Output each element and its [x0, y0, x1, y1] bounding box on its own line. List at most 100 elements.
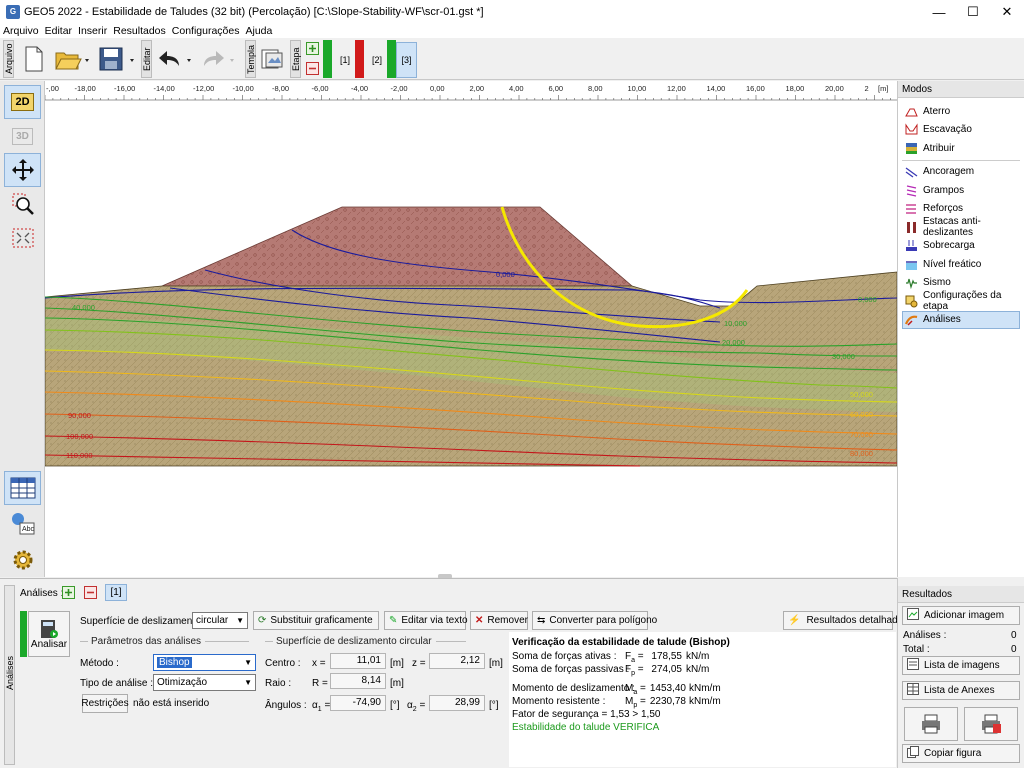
modes-panel: Modos Aterro Escavação Atribuir Ancorage…	[897, 81, 1024, 577]
menu-configuracoes[interactable]: Configurações	[169, 24, 243, 38]
restrictions-button[interactable]: Restrições	[81, 694, 129, 713]
surface-select[interactable]: circular ▼	[192, 612, 248, 629]
toolbar: Arquivo Editar Templa Etapa [1] [2] [3]	[0, 38, 1024, 80]
replace-graphically-button[interactable]: ⟳ Substituir graficamente	[253, 611, 379, 630]
remove-analysis-icon[interactable]	[83, 585, 98, 600]
mode-ancoragem[interactable]: Ancoragem	[898, 163, 1024, 182]
analises-side-tab[interactable]: Análises	[4, 585, 15, 765]
print-button[interactable]	[904, 707, 958, 741]
mode-sismo[interactable]: Sismo	[898, 274, 1024, 293]
svg-text:80,000: 80,000	[850, 449, 873, 458]
convert-polygon-button[interactable]: ⇆ Converter para polígono	[532, 611, 657, 630]
redo-icon[interactable]	[198, 42, 238, 76]
add-stage-icon[interactable]	[305, 41, 319, 55]
menu-resultados[interactable]: Resultados	[110, 24, 169, 38]
menu-inserir[interactable]: Inserir	[75, 24, 110, 38]
legend-button[interactable]: Abc	[4, 507, 41, 541]
analyze-button[interactable]: Analisar	[28, 611, 70, 657]
view-2d-button[interactable]: 2D	[4, 85, 41, 119]
add-image-button[interactable]: Adicionar imagem	[902, 606, 1020, 625]
cross-section-drawing[interactable]: -,00 -18,00 -16,00 -14,00 -12,00 -10,00 -8,00 -…	[44, 81, 898, 577]
view-3d-button[interactable]: 3D	[4, 119, 41, 153]
stage-3-button[interactable]: [3]	[396, 42, 417, 78]
print-preview-button[interactable]	[964, 707, 1018, 741]
svg-text:Abc: Abc	[22, 526, 35, 533]
detailed-results-button[interactable]: ⚡ Resultados detalhados	[783, 611, 908, 630]
view-3d-icon: 3D	[12, 127, 33, 145]
method-select[interactable]: Bishop ▼	[153, 654, 256, 671]
ruler-label: 2,00	[470, 84, 485, 93]
sliding-moment-value: 1453,40	[649, 683, 686, 694]
open-file-icon[interactable]	[52, 42, 92, 76]
analyze-status-bar	[20, 611, 27, 657]
stage-settings-icon	[905, 295, 918, 308]
analyses-count-value: 0	[1011, 630, 1017, 641]
maximize-button[interactable]: ☐	[956, 0, 990, 24]
minimize-button[interactable]: —	[922, 0, 956, 24]
analyses-count-label: Análises :	[903, 630, 947, 641]
mode-configuracoes-etapa[interactable]: Configurações da etapa	[898, 290, 1024, 312]
active-forces-unit: kN/m	[686, 651, 710, 662]
embankment-body[interactable]	[161, 206, 634, 287]
mode-estacas[interactable]: Estacas anti-deslizantes	[898, 216, 1024, 238]
center-z-input[interactable]: 2,12	[429, 653, 485, 669]
assign-icon	[905, 142, 918, 155]
drawing-canvas[interactable]: -,00 -18,00 -16,00 -14,00 -12,00 -10,00 -8,00 -…	[44, 81, 898, 579]
mode-atribuir[interactable]: Atribuir	[898, 139, 1024, 158]
new-file-icon[interactable]	[20, 42, 48, 76]
mode-sobrecarga[interactable]: Sobrecarga	[898, 237, 1024, 256]
image-list-button[interactable]: Lista de imagens	[902, 656, 1020, 675]
stage-3-color	[387, 40, 396, 78]
menu-editar[interactable]: Editar	[42, 24, 75, 38]
alpha1-input[interactable]: -74,90	[330, 695, 386, 711]
results-title: Verificação da estabilidade de talude (B…	[512, 637, 730, 648]
menu-ajuda[interactable]: Ajuda	[242, 24, 275, 38]
mode-analises[interactable]: Análises	[902, 310, 1020, 329]
mode-reforcos[interactable]: Reforços	[898, 200, 1024, 219]
delete-icon: ✕	[475, 615, 484, 626]
remove-stage-icon[interactable]	[305, 61, 319, 75]
center-x-input[interactable]: 11,01	[330, 653, 386, 669]
table-view-button[interactable]	[4, 471, 41, 505]
save-file-icon[interactable]	[96, 42, 138, 76]
edit-text-button[interactable]: ✎ Editar via texto	[384, 611, 468, 630]
pan-button[interactable]	[4, 153, 41, 187]
remove-button[interactable]: ✕ Remover	[470, 611, 528, 630]
resisting-moment-symbol: Mp =	[625, 696, 646, 709]
radius-input[interactable]: 8,14	[330, 673, 386, 689]
templa-tab[interactable]: Templa	[245, 40, 256, 78]
mode-aterro[interactable]: Aterro	[898, 102, 1024, 121]
total-count-label: Total :	[903, 644, 930, 655]
ruler-label: -18,00	[75, 84, 96, 93]
ruler-label: 2	[865, 84, 869, 93]
arquivo-tab[interactable]: Arquivo	[3, 40, 14, 78]
analysis-1-tab[interactable]: [1]	[105, 584, 127, 601]
copy-figure-button[interactable]: Copiar figura	[902, 744, 1020, 763]
etapa-tab[interactable]: Etapa	[290, 40, 301, 78]
annex-list-button[interactable]: Lista de Anexes	[902, 681, 1020, 700]
ruler-label: 14,00	[707, 84, 726, 93]
zoom-button[interactable]	[4, 187, 41, 221]
settings-button[interactable]	[4, 543, 41, 577]
mode-escavacao[interactable]: Escavação	[898, 121, 1024, 140]
add-analysis-icon[interactable]	[61, 585, 76, 600]
analysis-panel: Análises Análises : [1] Analisar Superfí…	[0, 578, 908, 768]
menu-arquivo[interactable]: Arquivo	[0, 24, 42, 38]
lightning-icon: ⚡	[788, 615, 801, 626]
ruler-label: 16,00	[746, 84, 765, 93]
mode-grampos[interactable]: Grampos	[898, 181, 1024, 200]
surcharge-icon	[905, 239, 918, 252]
fit-view-button[interactable]	[4, 221, 41, 255]
passive-forces-value: 274,05	[651, 664, 682, 675]
analysis-type-select[interactable]: Otimização ▼	[153, 674, 256, 691]
editar-tab[interactable]: Editar	[141, 40, 152, 78]
template-icon[interactable]	[259, 44, 285, 74]
radius-label: Raio :	[265, 678, 292, 689]
mode-nivel-freatico[interactable]: Nível freático	[898, 255, 1024, 274]
total-count-value: 0	[1011, 644, 1017, 655]
close-button[interactable]: ✕	[990, 0, 1024, 24]
alpha2-input[interactable]: 28,99	[429, 695, 485, 711]
undo-icon[interactable]	[155, 42, 195, 76]
safety-factor-text: Fator de segurança = 1,53 > 1,50	[512, 709, 661, 720]
circle-title: Superfície de deslizamento circular	[265, 636, 466, 647]
